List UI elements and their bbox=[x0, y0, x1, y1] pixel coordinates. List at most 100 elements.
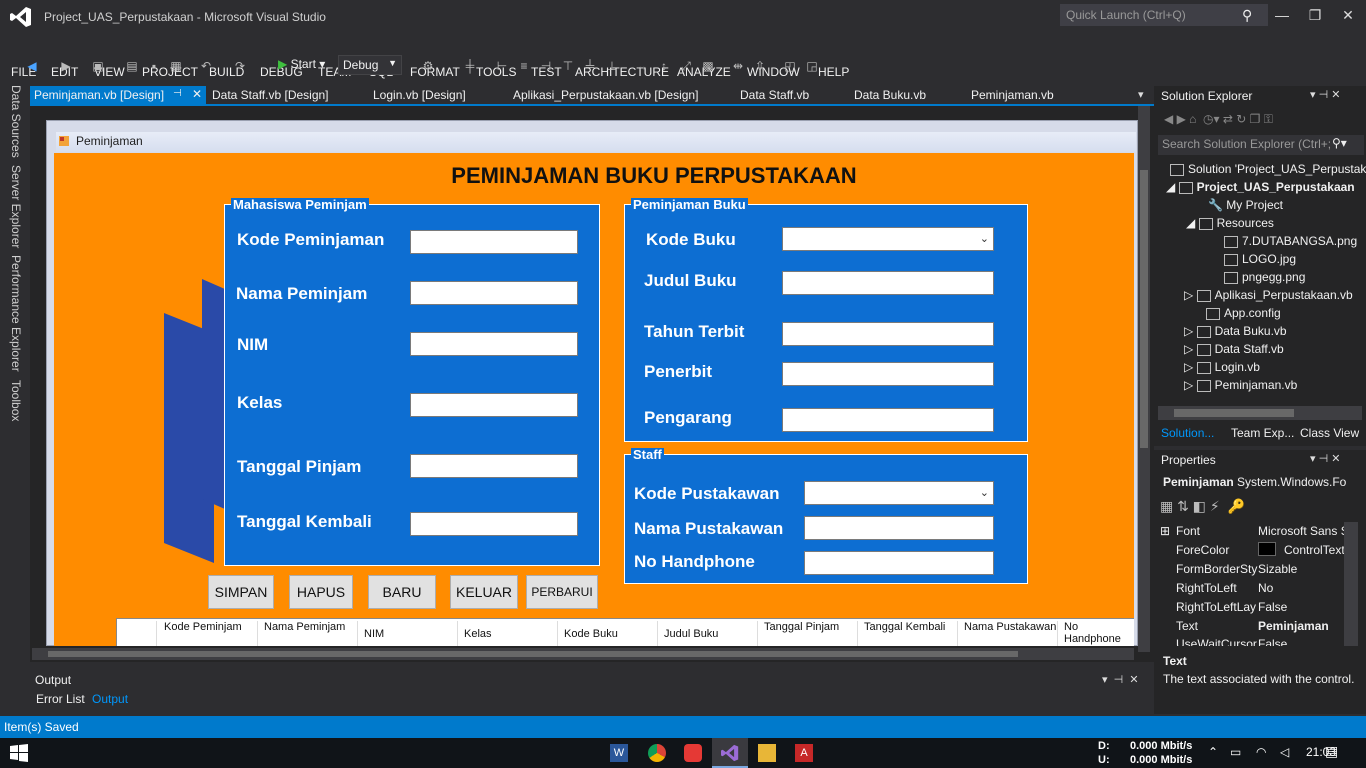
tree-aplikasi[interactable]: ▷ Aplikasi_Perpustakaan.vb bbox=[1184, 288, 1353, 302]
perbarui-button[interactable]: PERBARUI bbox=[526, 575, 598, 609]
input-penerbit[interactable] bbox=[782, 362, 994, 386]
grid-icon[interactable]: ▩ bbox=[700, 58, 716, 74]
tab-team-explorer[interactable]: Team Exp... bbox=[1231, 426, 1294, 440]
grid-header-kelas[interactable]: Kelas bbox=[458, 621, 558, 646]
prop-value-usewaitcursor[interactable]: False bbox=[1258, 637, 1287, 646]
tree-dutabangsa[interactable]: 7.DUTABANGSA.png bbox=[1224, 234, 1357, 248]
tab-data-staff-design[interactable]: Data Staff.vb [Design] bbox=[208, 86, 333, 105]
forward-icon[interactable]: ▶ bbox=[58, 58, 74, 74]
close-button[interactable]: ✕ bbox=[1338, 6, 1358, 24]
grid-header-kode-peminjam[interactable]: Kode Peminjam bbox=[158, 621, 258, 646]
properties-scrollbar[interactable] bbox=[1344, 522, 1358, 646]
prop-value-font[interactable]: Microsoft Sans S bbox=[1258, 524, 1349, 538]
align-icon[interactable]: ╪ bbox=[462, 58, 478, 74]
tab-login-design[interactable]: Login.vb [Design] bbox=[369, 86, 470, 105]
grid-header-nama-pustakawan[interactable]: Nama Pustakawan bbox=[958, 621, 1058, 646]
prop-value-righttoleftlayout[interactable]: False bbox=[1258, 600, 1287, 614]
horizontal-scroll-thumb[interactable] bbox=[48, 651, 1018, 657]
hapus-button[interactable]: HAPUS bbox=[289, 575, 353, 609]
prop-value-formborderstyle[interactable]: Sizable bbox=[1258, 562, 1297, 576]
solution-toolbar[interactable]: ◀ ▶ ⌂ ◷▾ ⇄ ↻ ❐ ⚿ bbox=[1164, 112, 1273, 127]
file-explorer-icon[interactable] bbox=[758, 744, 776, 762]
input-tanggal-kembali[interactable] bbox=[410, 512, 578, 536]
tab-peminjaman-design[interactable]: Peminjaman.vb [Design] ⊣ ✕ bbox=[30, 86, 206, 105]
tree-project[interactable]: ◢ Project_UAS_Perpustakaan bbox=[1166, 180, 1355, 194]
grid-header-nim[interactable]: NIM bbox=[358, 621, 458, 646]
height-icon[interactable]: ↕ bbox=[656, 58, 672, 74]
prop-value-righttoleft[interactable]: No bbox=[1258, 581, 1273, 595]
input-nama-pustakawan[interactable] bbox=[804, 516, 994, 540]
save-all-icon[interactable]: ▦ bbox=[168, 58, 184, 74]
open-file-icon[interactable]: ▤ bbox=[124, 58, 140, 74]
app-icon[interactable] bbox=[684, 744, 702, 762]
grid-header-tanggal-pinjam[interactable]: Tanggal Pinjam bbox=[758, 621, 858, 646]
tree-pngegg[interactable]: pngegg.png bbox=[1224, 270, 1305, 284]
size-icon[interactable]: ⤢ bbox=[678, 58, 694, 74]
side-tab-toolbox[interactable]: Toolbox bbox=[9, 380, 23, 421]
grid-header-kode-buku[interactable]: Kode Buku bbox=[558, 621, 658, 646]
front-icon[interactable]: ◰ bbox=[782, 58, 798, 74]
attach-icon[interactable]: ⚙ bbox=[420, 58, 436, 74]
prop-value-text[interactable]: Peminjaman bbox=[1258, 619, 1329, 633]
select-kode-buku[interactable]: ⌄ bbox=[782, 227, 994, 251]
hspace-icon[interactable]: ⇹ bbox=[730, 58, 746, 74]
align-center-icon[interactable]: ≡ bbox=[516, 58, 532, 74]
redo-icon[interactable]: ↷ bbox=[232, 58, 248, 74]
close-tab-icon[interactable]: ✕ bbox=[192, 87, 202, 101]
tab-overflow-icon[interactable]: ▾ bbox=[1138, 88, 1144, 101]
keluar-button[interactable]: KELUAR bbox=[450, 575, 518, 609]
solution-scroll-thumb[interactable] bbox=[1174, 409, 1294, 417]
input-tahun-terbit[interactable] bbox=[782, 322, 994, 346]
input-nim[interactable] bbox=[410, 332, 578, 356]
tree-my-project[interactable]: 🔧 My Project bbox=[1208, 198, 1283, 212]
tab-data-staff[interactable]: Data Staff.vb bbox=[736, 86, 813, 105]
search-icon[interactable]: ⚲ bbox=[1242, 7, 1258, 23]
align-bottom-icon[interactable]: ⊥ bbox=[604, 58, 620, 74]
tab-error-list[interactable]: Error List bbox=[36, 692, 85, 706]
wifi-icon[interactable]: ◠ bbox=[1256, 745, 1266, 759]
input-kode-peminjaman[interactable] bbox=[410, 230, 578, 254]
tree-resources[interactable]: ◢ Resources bbox=[1186, 216, 1274, 230]
tab-solution-explorer[interactable]: Solution... bbox=[1161, 426, 1214, 440]
input-judul-buku[interactable] bbox=[782, 271, 994, 295]
input-pengarang[interactable] bbox=[782, 408, 994, 432]
tab-data-buku[interactable]: Data Buku.vb bbox=[850, 86, 930, 105]
search-icon[interactable]: ⚲▾ bbox=[1332, 136, 1347, 150]
grid-header-judul-buku[interactable]: Judul Buku bbox=[658, 621, 758, 646]
start-button[interactable]: ▶ Start ▾ bbox=[278, 57, 325, 75]
tab-output[interactable]: Output bbox=[92, 692, 128, 706]
baru-button[interactable]: BARU bbox=[368, 575, 436, 609]
chrome-icon[interactable] bbox=[648, 744, 666, 762]
tree-data-buku[interactable]: ▷ Data Buku.vb bbox=[1184, 324, 1287, 338]
width-icon[interactable]: ↔ bbox=[634, 58, 650, 74]
vspace-icon[interactable]: ⇳ bbox=[752, 58, 768, 74]
grid-header-tanggal-kembali[interactable]: Tanggal Kembali bbox=[858, 621, 958, 646]
select-kode-pustakawan[interactable]: ⌄ bbox=[804, 481, 994, 505]
side-tab-data-sources[interactable]: Data Sources bbox=[9, 85, 23, 158]
vertical-scroll-thumb[interactable] bbox=[1140, 170, 1148, 448]
simpan-button[interactable]: SIMPAN bbox=[208, 575, 274, 609]
restore-button[interactable]: ❐ bbox=[1305, 6, 1325, 24]
tab-aplikasi-design[interactable]: Aplikasi_Perpustakaan.vb [Design] bbox=[509, 86, 702, 105]
windows-start-icon[interactable] bbox=[10, 744, 28, 762]
volume-icon[interactable]: ◁ bbox=[1280, 745, 1289, 759]
back-icon[interactable]: ◀ bbox=[24, 58, 40, 74]
tray-chevron-icon[interactable]: ⌃ bbox=[1208, 745, 1218, 759]
quick-launch-input[interactable]: Quick Launch (Ctrl+Q) bbox=[1060, 4, 1268, 26]
tree-data-staff[interactable]: ▷ Data Staff.vb bbox=[1184, 342, 1284, 356]
new-project-icon[interactable]: ▣ bbox=[90, 58, 106, 74]
properties-controls[interactable]: ▾ ⊣ ✕ bbox=[1310, 452, 1340, 465]
grid-header-no-handphone[interactable]: No Handphone bbox=[1058, 621, 1134, 646]
input-kelas[interactable] bbox=[410, 393, 578, 417]
prop-font-expand-icon[interactable]: ⊞ bbox=[1160, 524, 1170, 538]
align-middle-icon[interactable]: ╧ bbox=[582, 58, 598, 74]
pdf-reader-icon[interactable]: A bbox=[795, 744, 813, 762]
solution-config-select[interactable]: Debug ▼ bbox=[338, 55, 402, 75]
tab-class-view[interactable]: Class View bbox=[1300, 426, 1359, 440]
tree-solution[interactable]: Solution 'Project_UAS_Perpustak bbox=[1170, 162, 1366, 176]
word-icon[interactable]: W bbox=[610, 744, 628, 762]
minimize-button[interactable]: — bbox=[1272, 6, 1292, 24]
tree-app-config[interactable]: App.config bbox=[1206, 306, 1281, 320]
grid-header-nama-peminjam[interactable]: Nama Peminjam bbox=[258, 621, 358, 646]
prop-value-forecolor[interactable]: ControlText bbox=[1284, 543, 1345, 557]
